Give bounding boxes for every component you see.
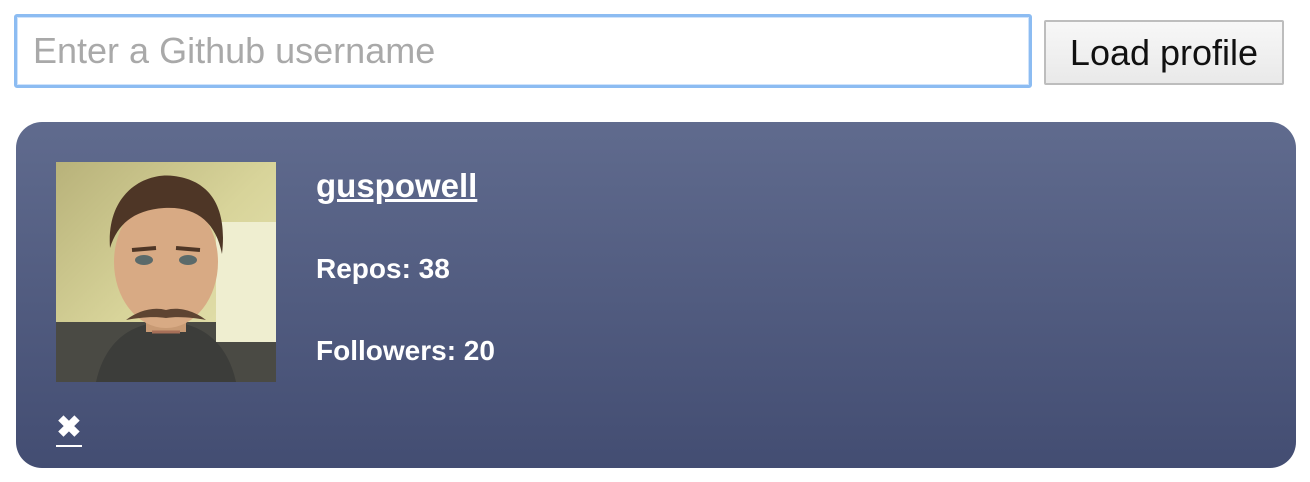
close-icon: ✖ bbox=[56, 411, 82, 444]
repos-count: Repos: 38 bbox=[316, 253, 450, 284]
close-icon-underline bbox=[56, 445, 82, 447]
username-input[interactable] bbox=[14, 14, 1032, 88]
profile-card: guspowell Repos: 38 Followers: 20 ✖ bbox=[16, 122, 1296, 468]
remove-profile-button[interactable]: ✖ bbox=[54, 411, 84, 450]
avatar-photo bbox=[56, 162, 276, 382]
username-link[interactable]: guspowell bbox=[316, 166, 495, 206]
load-profile-button[interactable]: Load profile bbox=[1044, 20, 1284, 85]
avatar bbox=[56, 162, 276, 382]
search-row: Load profile bbox=[14, 14, 1284, 94]
followers-count: Followers: 20 bbox=[316, 335, 495, 366]
profile-info: guspowell Repos: 38 Followers: 20 bbox=[316, 166, 495, 368]
